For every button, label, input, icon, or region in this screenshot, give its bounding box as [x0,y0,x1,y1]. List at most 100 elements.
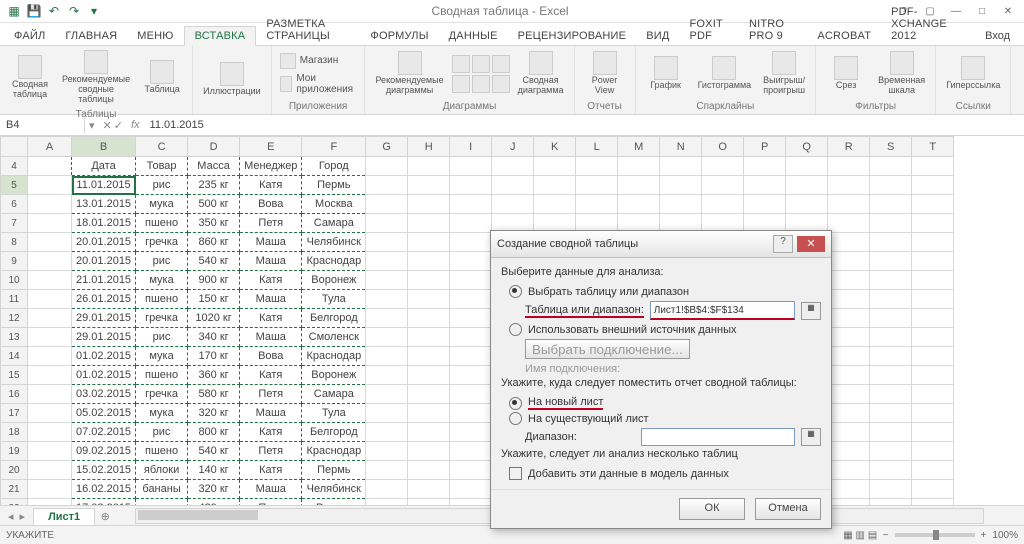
dest-range-picker-icon[interactable]: ▦ [801,428,821,446]
cell[interactable]: Петя [240,214,302,233]
checkbox-icon[interactable] [509,467,522,480]
cell[interactable] [870,252,912,271]
cell[interactable] [366,176,408,195]
column-header[interactable]: R [828,137,870,157]
cell[interactable]: Пермь [302,176,366,195]
cell[interactable]: Катя [240,366,302,385]
cell[interactable] [408,328,450,347]
row-header[interactable]: 16 [1,385,28,404]
cell[interactable]: бананы [136,480,188,499]
cell[interactable] [28,347,72,366]
cell[interactable] [408,461,450,480]
cell[interactable] [870,461,912,480]
cell[interactable] [450,309,492,328]
ok-button[interactable]: ОК [679,498,745,520]
cell[interactable] [828,309,870,328]
cell[interactable]: 16.02.2015 [72,480,136,499]
ribbon-button[interactable]: Магазин [278,52,359,70]
row-header[interactable]: 19 [1,442,28,461]
dialog-help-icon[interactable]: ? [773,235,793,253]
row-header[interactable]: 6 [1,195,28,214]
row-header[interactable]: 13 [1,328,28,347]
chart-type-icon[interactable] [472,75,490,93]
cell[interactable] [912,214,954,233]
cell[interactable] [702,157,744,176]
column-header[interactable]: J [492,137,534,157]
row-header[interactable]: 5 [1,176,28,195]
cell[interactable] [870,366,912,385]
redo-icon[interactable]: ↷ [66,3,82,19]
cell[interactable]: Маша [240,404,302,423]
chart-type-icon[interactable] [492,75,510,93]
cell[interactable] [912,404,954,423]
ribbon-tab-рецензирование[interactable]: РЕЦЕНЗИРОВАНИЕ [508,27,637,45]
cell[interactable] [366,347,408,366]
cell[interactable] [366,157,408,176]
cell[interactable] [408,214,450,233]
cell[interactable] [618,176,660,195]
cancel-formula-icon[interactable]: ✕ [103,119,112,132]
cell[interactable] [408,385,450,404]
chart-type-icon[interactable] [452,55,470,73]
cell[interactable] [870,442,912,461]
ribbon-button[interactable]: Гиперссылка [942,54,1004,93]
cell[interactable] [492,176,534,195]
cell[interactable]: 900 кг [188,271,240,290]
cell[interactable]: 20.01.2015 [72,233,136,252]
range-picker-icon[interactable]: ▦ [801,302,821,320]
cell[interactable]: 170 кг [188,347,240,366]
sign-in-link[interactable]: Вход [975,27,1020,45]
cell[interactable]: рис [136,252,188,271]
ribbon-button[interactable]: Таблица [138,58,186,97]
cell[interactable] [912,480,954,499]
cell[interactable]: пшено [136,366,188,385]
cell[interactable] [408,423,450,442]
cell[interactable] [576,195,618,214]
cell[interactable]: 320 кг [188,480,240,499]
cell[interactable] [870,214,912,233]
cell[interactable] [828,157,870,176]
cell[interactable] [492,157,534,176]
column-header[interactable]: G [366,137,408,157]
cell[interactable] [366,423,408,442]
cancel-button[interactable]: Отмена [755,498,821,520]
ribbon-button[interactable]: График [642,54,690,93]
cell[interactable] [912,423,954,442]
ribbon-button[interactable]: Временнаяшкала [874,49,929,98]
cell[interactable]: пшено [136,214,188,233]
sheet-tab-active[interactable]: Лист1 [33,508,95,525]
cell[interactable]: рис [136,423,188,442]
cell[interactable] [870,233,912,252]
cell[interactable]: 540 кг [188,442,240,461]
cell[interactable] [28,404,72,423]
cell[interactable]: Катя [240,423,302,442]
cell[interactable] [870,404,912,423]
cell[interactable] [366,214,408,233]
sheet-nav-next-icon[interactable]: ▸ [20,510,26,523]
cell[interactable] [660,157,702,176]
cell[interactable]: 01.02.2015 [72,347,136,366]
cell[interactable] [408,157,450,176]
cell[interactable] [870,328,912,347]
cell[interactable] [450,290,492,309]
cell[interactable]: Масса [188,157,240,176]
cell[interactable] [828,404,870,423]
cell[interactable]: Менеджер [240,157,302,176]
cell[interactable] [912,461,954,480]
cell[interactable] [450,423,492,442]
cell[interactable]: Воронеж [302,366,366,385]
column-header[interactable]: L [576,137,618,157]
row-header[interactable]: 4 [1,157,28,176]
cell[interactable] [450,366,492,385]
ribbon-tab-файл[interactable]: ФАЙЛ [4,27,55,45]
ribbon-tab-формулы[interactable]: ФОРМУЛЫ [360,27,438,45]
cell[interactable] [870,290,912,309]
dialog-titlebar[interactable]: Создание сводной таблицы ? ✕ [491,231,831,258]
cell[interactable] [744,157,786,176]
cell[interactable] [408,404,450,423]
cell[interactable] [450,404,492,423]
cell[interactable]: Петя [240,442,302,461]
cell[interactable] [576,176,618,195]
view-layout-icon[interactable]: ▥ [855,530,864,541]
cell[interactable] [366,195,408,214]
